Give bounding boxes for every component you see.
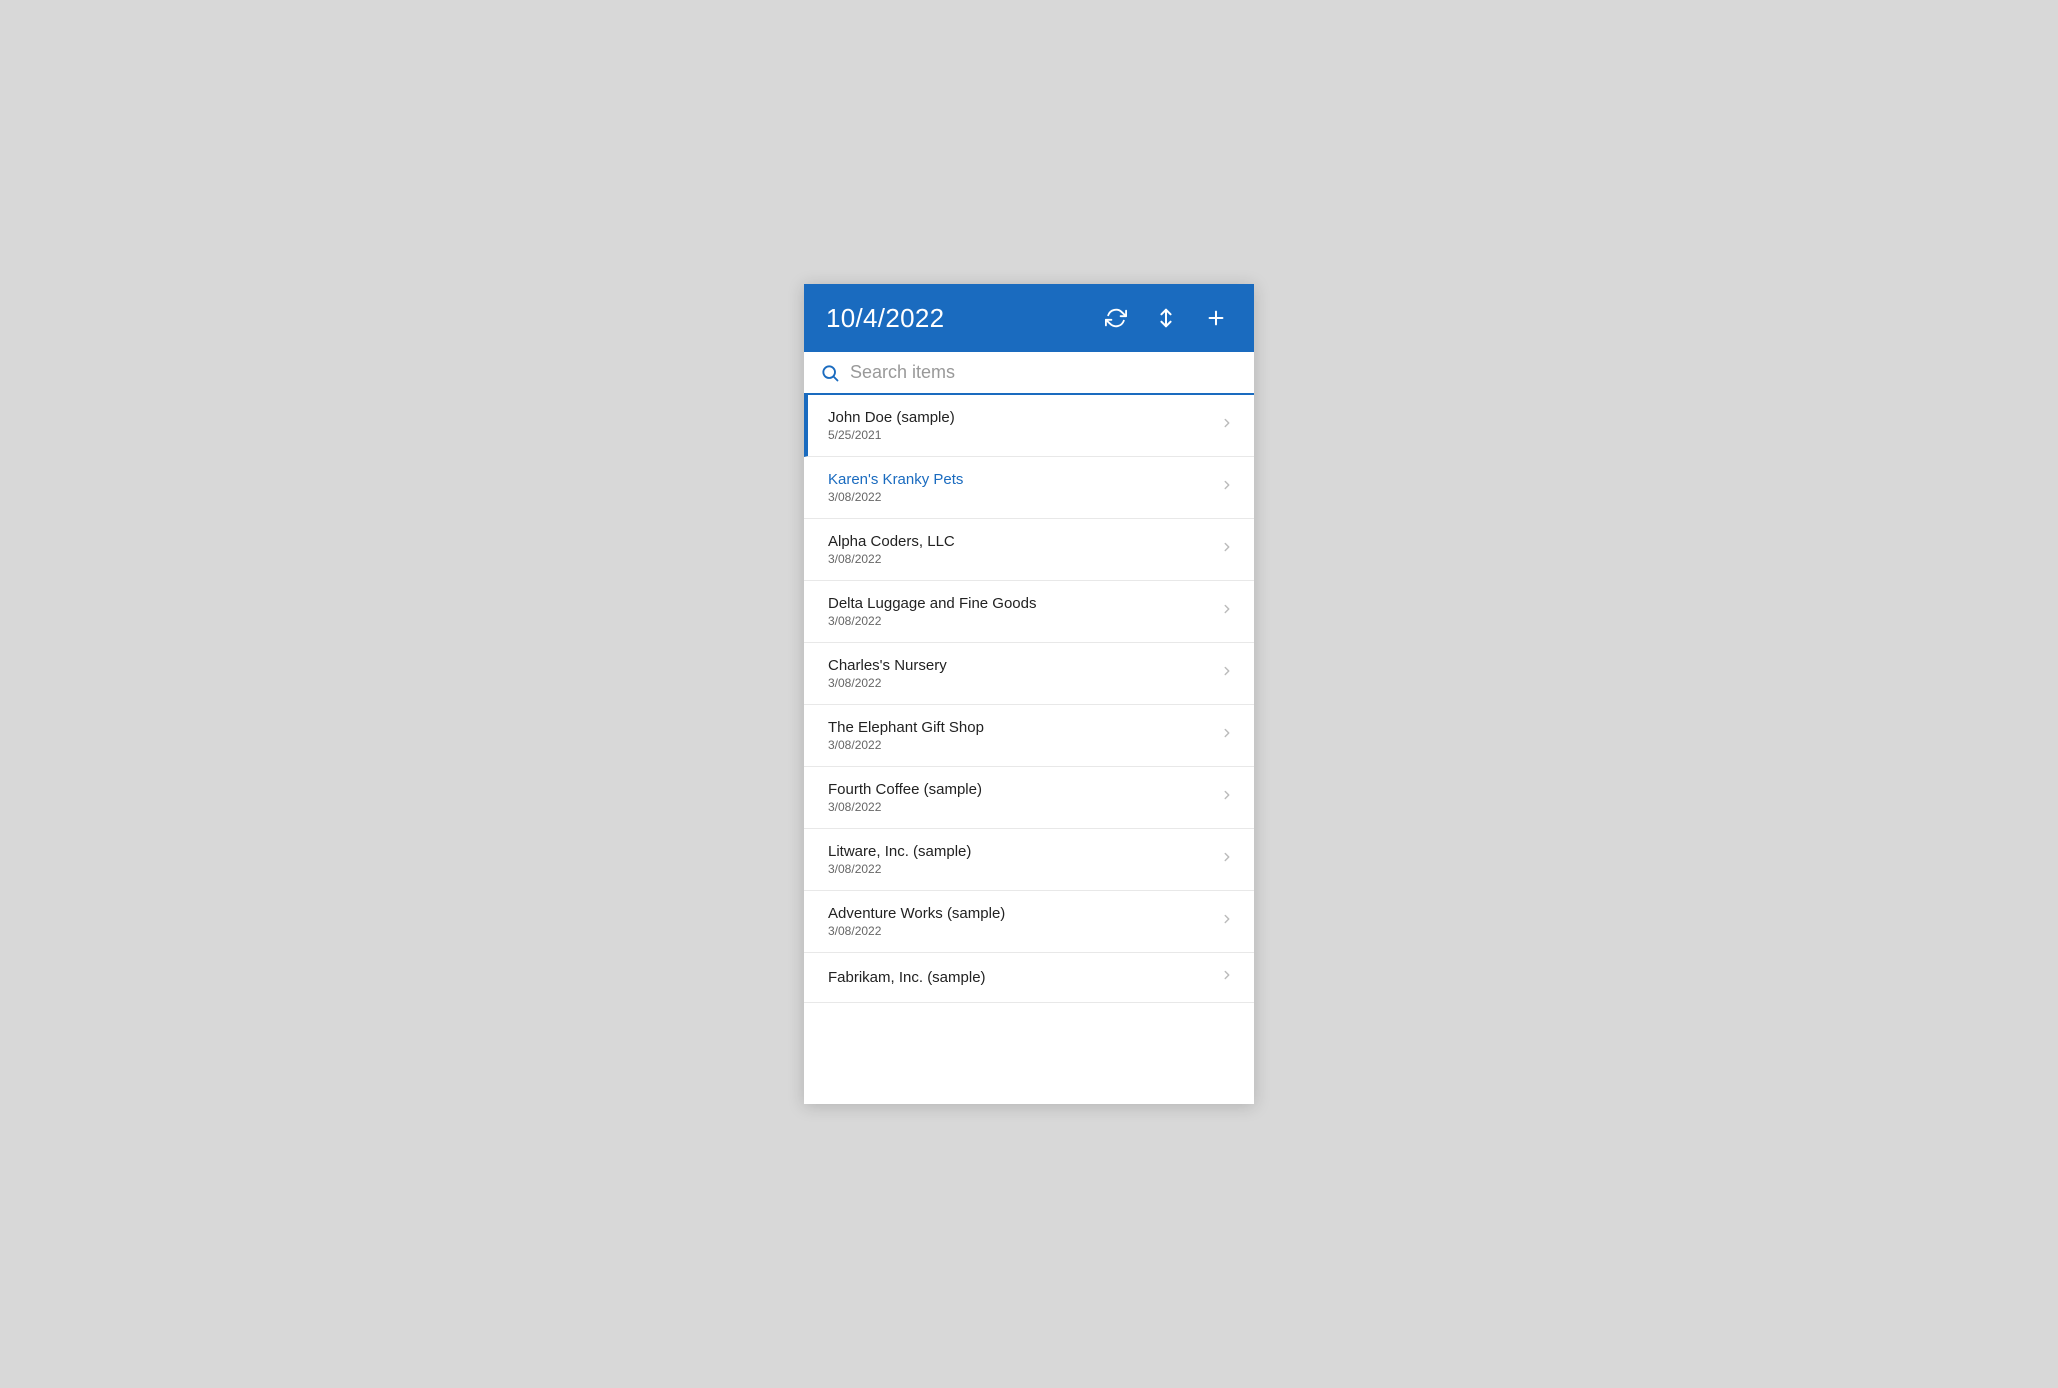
refresh-icon[interactable] [1100, 302, 1132, 334]
chevron-right-icon [1220, 912, 1234, 931]
header: 10/4/2022 [804, 284, 1254, 352]
list-item[interactable]: Charles's Nursery 3/08/2022 [804, 643, 1254, 705]
app-container: 10/4/2022 [804, 284, 1254, 1104]
header-actions [1100, 302, 1232, 334]
list-item-content: Litware, Inc. (sample) 3/08/2022 [828, 843, 1212, 876]
header-title: 10/4/2022 [826, 303, 944, 334]
list-container: John Doe (sample) 5/25/2021 Karen's Kran… [804, 395, 1254, 1104]
list-item[interactable]: Delta Luggage and Fine Goods 3/08/2022 [804, 581, 1254, 643]
list-item[interactable]: Alpha Coders, LLC 3/08/2022 [804, 519, 1254, 581]
list-item[interactable]: John Doe (sample) 5/25/2021 [804, 395, 1254, 457]
chevron-right-icon [1220, 726, 1234, 745]
item-name: Delta Luggage and Fine Goods [828, 595, 1212, 612]
item-date: 3/08/2022 [828, 738, 1212, 752]
item-date: 3/08/2022 [828, 862, 1212, 876]
partial-item-content: Fabrikam, Inc. (sample) [828, 969, 1212, 986]
chevron-right-icon [1220, 416, 1234, 435]
search-icon [820, 363, 840, 383]
list-item[interactable]: Karen's Kranky Pets 3/08/2022 [804, 457, 1254, 519]
list-item-content: Delta Luggage and Fine Goods 3/08/2022 [828, 595, 1212, 628]
sort-icon[interactable] [1150, 302, 1182, 334]
item-date: 3/08/2022 [828, 676, 1212, 690]
item-date: 3/08/2022 [828, 552, 1212, 566]
item-date: 3/08/2022 [828, 490, 1212, 504]
chevron-right-icon [1220, 968, 1234, 987]
list-item[interactable]: Adventure Works (sample) 3/08/2022 [804, 891, 1254, 953]
list-item-content: Karen's Kranky Pets 3/08/2022 [828, 471, 1212, 504]
chevron-right-icon [1220, 664, 1234, 683]
chevron-right-icon [1220, 540, 1234, 559]
list-item-content: Fourth Coffee (sample) 3/08/2022 [828, 781, 1212, 814]
list-item-partial[interactable]: Fabrikam, Inc. (sample) [804, 953, 1254, 1003]
list-item[interactable]: Fourth Coffee (sample) 3/08/2022 [804, 767, 1254, 829]
list-item[interactable]: The Elephant Gift Shop 3/08/2022 [804, 705, 1254, 767]
item-name: Fourth Coffee (sample) [828, 781, 1212, 798]
list-item-content: John Doe (sample) 5/25/2021 [828, 409, 1212, 442]
add-icon[interactable] [1200, 302, 1232, 334]
chevron-right-icon [1220, 788, 1234, 807]
list-item[interactable]: Litware, Inc. (sample) 3/08/2022 [804, 829, 1254, 891]
list-item-content: The Elephant Gift Shop 3/08/2022 [828, 719, 1212, 752]
item-name: Adventure Works (sample) [828, 905, 1212, 922]
item-date: 5/25/2021 [828, 428, 1212, 442]
chevron-right-icon [1220, 850, 1234, 869]
item-date: 3/08/2022 [828, 614, 1212, 628]
item-name: Alpha Coders, LLC [828, 533, 1212, 550]
item-name: Litware, Inc. (sample) [828, 843, 1212, 860]
search-input[interactable] [850, 362, 1238, 383]
item-name: Karen's Kranky Pets [828, 471, 1212, 488]
item-date: 3/08/2022 [828, 924, 1212, 938]
item-date: 3/08/2022 [828, 800, 1212, 814]
list-item-content: Charles's Nursery 3/08/2022 [828, 657, 1212, 690]
search-bar [804, 352, 1254, 395]
item-name: John Doe (sample) [828, 409, 1212, 426]
list-item-content: Alpha Coders, LLC 3/08/2022 [828, 533, 1212, 566]
item-name: The Elephant Gift Shop [828, 719, 1212, 736]
chevron-right-icon [1220, 478, 1234, 497]
item-name: Fabrikam, Inc. (sample) [828, 969, 1212, 986]
list-item-content: Adventure Works (sample) 3/08/2022 [828, 905, 1212, 938]
chevron-right-icon [1220, 602, 1234, 621]
item-name: Charles's Nursery [828, 657, 1212, 674]
